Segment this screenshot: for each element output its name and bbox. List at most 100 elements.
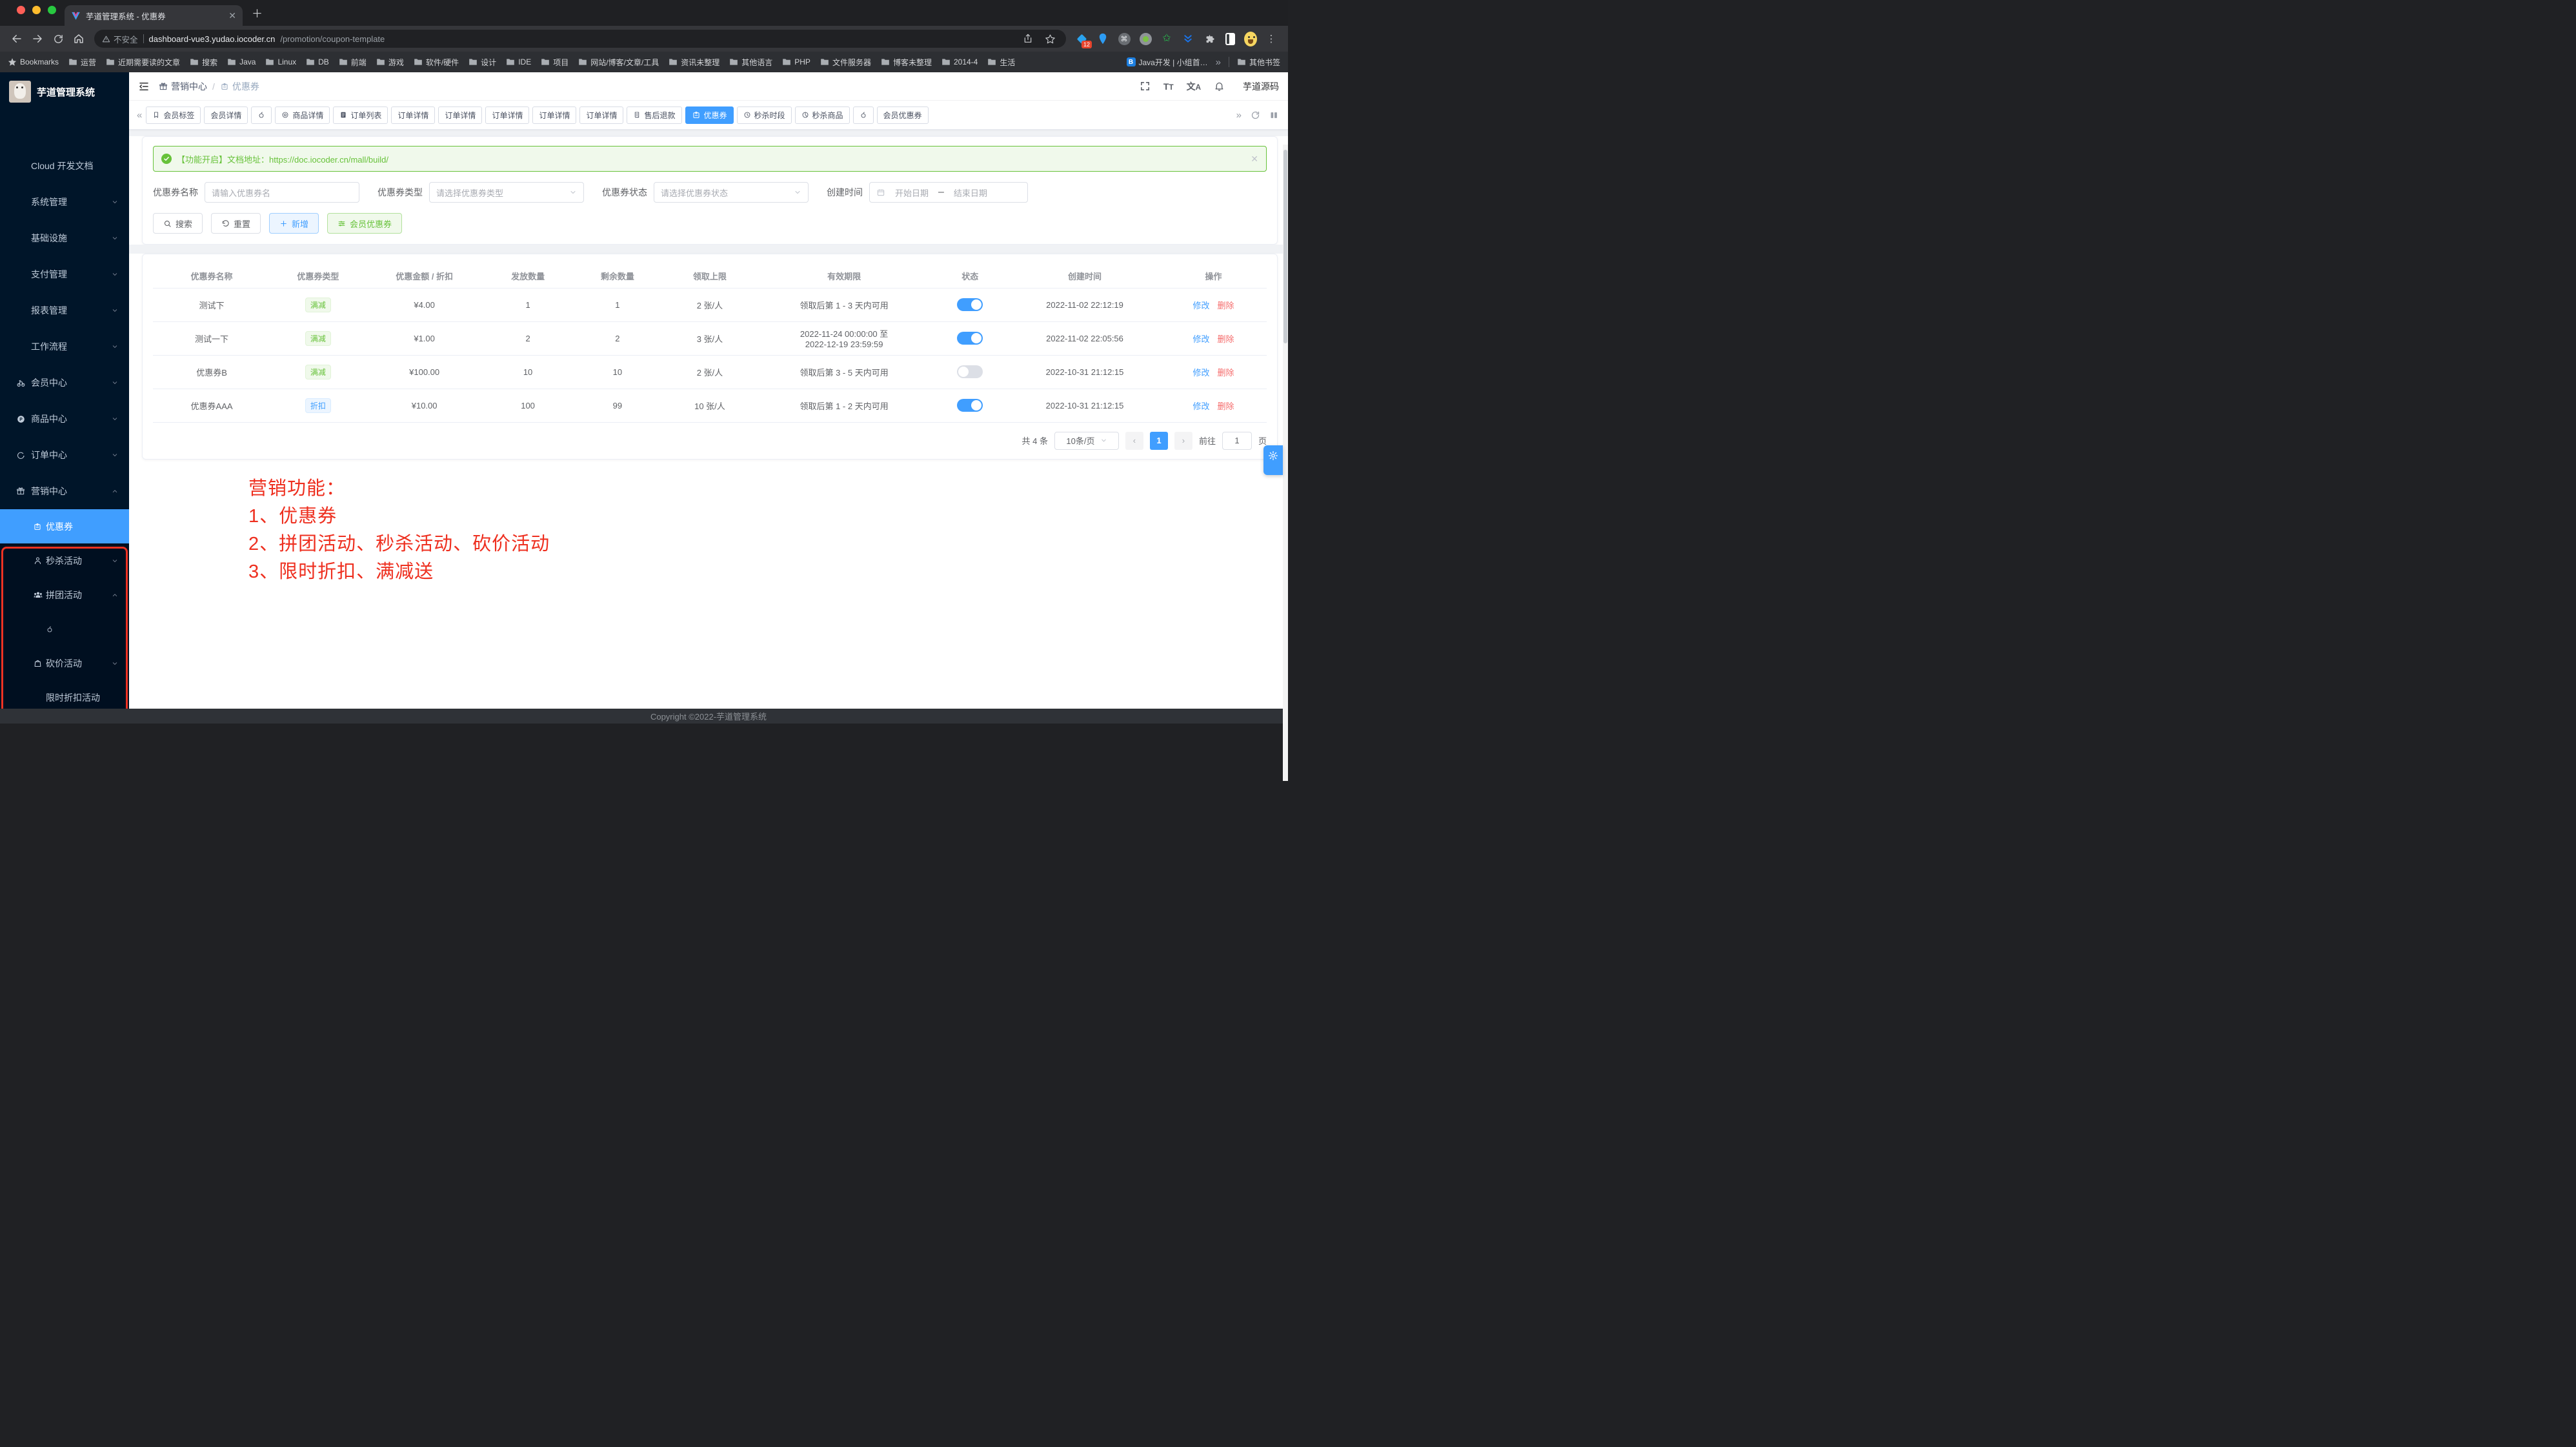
delete-link[interactable]: 删除 (1218, 401, 1234, 411)
reload-icon[interactable] (50, 30, 66, 47)
tag-秒杀时段[interactable]: 秒杀时段 (737, 106, 792, 124)
minimize-window-button[interactable] (32, 6, 41, 14)
sidebar-item-优惠券[interactable]: 优惠券 (0, 509, 129, 543)
bookmark-folder[interactable]: 软件/硬件 (414, 57, 459, 68)
bookmark-folder[interactable]: 资讯未整理 (669, 57, 719, 68)
sidebar-item-秒杀活动[interactable]: 秒杀活动 (0, 543, 129, 578)
edit-link[interactable]: 修改 (1193, 301, 1210, 310)
notification-bell-icon[interactable] (1214, 81, 1225, 92)
window-controls[interactable] (17, 6, 56, 14)
coupon-status-select[interactable]: 请选择优惠券状态 (654, 182, 809, 203)
goto-page-input[interactable]: 1 (1222, 432, 1252, 450)
settings-fab[interactable] (1263, 445, 1283, 475)
tag-商品详情[interactable]: 商品详情 (275, 106, 330, 124)
fullscreen-icon[interactable] (1140, 81, 1151, 92)
extension-recorder-icon[interactable] (1139, 32, 1152, 45)
bookmark-folder[interactable]: 近期需要读的文章 (106, 57, 180, 68)
bookmark-folder[interactable]: Linux (265, 57, 296, 66)
status-toggle[interactable] (957, 365, 983, 378)
sidebar-item-拼团商品[interactable]: 拼团商品 (0, 612, 129, 646)
tag-订单详情[interactable]: 订单详情 (532, 106, 576, 124)
bookmark-folder[interactable]: 其他语言 (729, 57, 772, 68)
tag-会员标签[interactable]: 会员标签 (146, 106, 201, 124)
extension-command-icon[interactable]: ⌘ (1118, 32, 1131, 45)
sidebar-item-商品中心[interactable]: P商品中心 (0, 401, 129, 437)
tag-售后退款[interactable]: 售后退款 (627, 106, 681, 124)
bookmark-folder[interactable]: 2014-4 (941, 57, 978, 66)
extension-pin-icon[interactable] (1096, 32, 1109, 45)
tag-订单详情[interactable]: 订单详情 (438, 106, 482, 124)
tag-商品列表[interactable]: 商品列表 (251, 106, 272, 124)
extension-dashboard-icon[interactable]: 12 (1075, 32, 1088, 45)
browser-menu-icon[interactable]: ⋮ (1263, 30, 1280, 47)
tag-秒杀商品[interactable]: 秒杀商品 (795, 106, 850, 124)
sidebar-item-基础设施[interactable]: 基础设施 (0, 220, 129, 256)
sidebar-item-报表管理[interactable]: 报表管理 (0, 292, 129, 329)
maximize-window-button[interactable] (48, 6, 56, 14)
home-icon[interactable] (70, 30, 87, 47)
new-tab-button[interactable]: ＋ (252, 8, 263, 19)
tag-会员优惠券[interactable]: 会员优惠券 (877, 106, 929, 124)
alert-doc-link[interactable]: https://doc.iocoder.cn/mall/build/ (269, 155, 388, 165)
tags-refresh-icon[interactable] (1251, 110, 1260, 120)
sidebar-item-营销中心[interactable]: 营销中心 (0, 473, 129, 509)
sidebar-item-会员中心[interactable]: 会员中心 (0, 365, 129, 401)
bookmark-folder[interactable]: 生活 (987, 57, 1015, 68)
address-bar[interactable]: 不安全 dashboard-vue3.yudao.iocoder.cn/prom… (94, 30, 1066, 48)
next-page-button[interactable]: › (1174, 432, 1192, 450)
bookmark-folder[interactable]: DB (306, 57, 329, 66)
coupon-type-select[interactable]: 请选择优惠券类型 (429, 182, 584, 203)
sidebar-item-支付管理[interactable]: 支付管理 (0, 256, 129, 292)
bookmark-folder[interactable]: 搜索 (190, 57, 217, 68)
font-size-icon[interactable]: TT (1163, 81, 1174, 92)
bookmark-folder[interactable]: 网站/博客/文章/工具 (578, 57, 659, 68)
bookmark-folder[interactable]: 前端 (339, 57, 367, 68)
close-window-button[interactable] (17, 6, 25, 14)
tag-订单列表[interactable]: 订单列表 (333, 106, 388, 124)
extension-chevrons-icon[interactable] (1182, 32, 1194, 45)
delete-link[interactable]: 删除 (1218, 301, 1234, 310)
bookmark-folder[interactable]: 游戏 (376, 57, 404, 68)
search-button[interactable]: 搜索 (153, 213, 203, 234)
tag-会员详情[interactable]: 会员详情 (204, 106, 248, 124)
tag-订单详情[interactable]: 订单详情 (485, 106, 529, 124)
bookmark-folder[interactable]: 运营 (68, 57, 96, 68)
tag-优惠券[interactable]: 优惠券 (685, 106, 734, 124)
tags-scroll-left-icon[interactable]: « (137, 110, 142, 121)
delete-link[interactable]: 删除 (1218, 334, 1234, 344)
bookmarks-overflow-icon[interactable]: » (1216, 57, 1221, 68)
user-name[interactable]: 芋道源码 (1243, 80, 1279, 93)
reset-button[interactable]: 重置 (211, 213, 261, 234)
extensions-puzzle-icon[interactable] (1203, 32, 1216, 45)
sidebar-item-工作流程[interactable]: 工作流程 (0, 329, 129, 365)
tab-close-icon[interactable]: ✕ (228, 10, 236, 21)
extension-star-icon[interactable]: ✩ (1160, 32, 1173, 45)
back-icon[interactable] (8, 30, 25, 47)
tag-订单详情[interactable]: 订单详情 (391, 106, 435, 124)
bookmark-folder[interactable]: IDE (506, 57, 531, 66)
alert-close-icon[interactable]: ✕ (1251, 154, 1258, 165)
coupon-name-input[interactable]: 请输入优惠券名 (205, 182, 359, 203)
page-scrollbar[interactable] (1283, 145, 1288, 781)
date-range-picker[interactable]: 开始日期 – 结束日期 (869, 182, 1028, 203)
edit-link[interactable]: 修改 (1193, 368, 1210, 378)
status-toggle[interactable] (957, 298, 983, 311)
forward-icon[interactable] (29, 30, 46, 47)
sidebar-item-限时折扣活动[interactable]: 限时折扣活动 (0, 680, 129, 709)
sidebar-item-系统管理[interactable]: 系统管理 (0, 184, 129, 220)
sidebar-item-Cloud 开发文档[interactable]: Cloud 开发文档 (0, 148, 129, 184)
layout-columns-icon[interactable] (1269, 110, 1279, 120)
sidebar-item-订单中心[interactable]: 订单中心 (0, 437, 129, 473)
share-icon[interactable] (1021, 30, 1034, 47)
sidebar-item-砍价活动[interactable]: 砍价活动 (0, 646, 129, 680)
status-toggle[interactable] (957, 332, 983, 345)
delete-link[interactable]: 删除 (1218, 368, 1234, 378)
bookmark-folder[interactable]: 项目 (541, 57, 569, 68)
collapse-menu-icon[interactable] (138, 81, 150, 92)
security-warning[interactable]: 不安全 (102, 33, 138, 45)
bookmarks-manager[interactable]: Bookmarks (8, 57, 59, 66)
create-button[interactable]: 新增 (269, 213, 319, 234)
bookmark-star-icon[interactable] (1043, 30, 1056, 47)
bookmark-folder[interactable]: Java (227, 57, 256, 66)
tag-拼团商品[interactable]: 拼团商品 (853, 106, 874, 124)
